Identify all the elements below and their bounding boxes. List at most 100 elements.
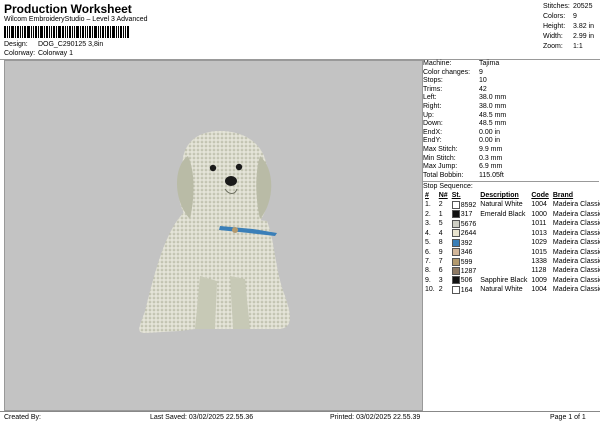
footer: Created By: Last Saved: 03/02/2025 22.55… [0,411,600,425]
stat-label: Width: [543,33,563,40]
property-label: Total Bobbin: [423,171,464,179]
thread-description: Natural White [480,201,523,209]
thread-brand: Madeira Classic 40 [552,201,600,209]
thread-code: 1004 [531,201,547,209]
thread-brand: Madeira Classic 40 [552,276,600,284]
property-value: 0.00 in [479,137,501,145]
color-swatch [451,257,460,266]
table-row: 5. 8 392 1029 Madeira Classic 40 [423,238,600,248]
property-label: Left: [423,94,437,102]
stop-sequence-title: Stop Sequence: [423,183,473,191]
thread-code: 1011 [531,220,547,228]
property-row: Right: 38.0 mm [423,103,599,112]
property-value: 6.9 mm [479,163,503,171]
stitch-count-value: 392 [460,239,473,247]
property-label: Right: [423,102,442,110]
property-label: Max Stitch: [423,145,458,153]
property-label: EndX: [423,128,443,136]
property-row: Left: 38.0 mm [423,94,599,103]
stop-number: 8. [425,267,431,275]
needle-number: 1 [438,210,443,218]
property-row: Min Stitch: 0.3 mm [423,155,599,164]
thread-description: Sapphire Black [480,276,528,284]
thread-code: 1015 [531,248,547,256]
property-value: Tajima [479,60,500,67]
property-value: 38.0 mm [479,94,507,102]
thread-description [478,229,529,238]
stat-value: 3.82 in [573,23,595,30]
column-header: N# [438,192,448,200]
stop-sequence-table: # N# St. Description Code Brand 1. 2 8592 Nat… [423,192,600,295]
stat-row: Stitches: 20525 [543,2,594,12]
color-swatch [451,200,460,209]
printed-date: Printed: 03/02/2025 22.55.39 [330,414,421,421]
property-row: Max Jump: 6.9 mm [423,163,599,172]
colorway-label: Colorway: [4,50,36,57]
thread-description [478,248,529,257]
property-value: 48.5 mm [479,120,507,128]
last-saved: Last Saved: 03/02/2025 22.55.36 [150,414,254,421]
property-value: 42 [479,85,487,93]
needle-number: 2 [438,201,443,209]
thread-brand: Madeira Classic 40 [552,248,600,256]
property-row: EndY: 0.00 in [423,137,599,146]
table-row: 8. 6 1287 1128 Madeira Classic 40 [423,266,600,276]
thread-description [478,239,529,248]
thread-brand: Madeira Classic 40 [552,229,600,237]
table-row: 10. 2 164 Natural White 1004 Madeira Cla… [423,285,600,295]
column-header: Code [531,192,549,200]
table-row: 3. 5 5676 1011 Madeira Classic 40 [423,219,600,229]
stat-label: Height: [543,23,566,30]
stop-number: 5. [425,239,431,247]
table-row: 7. 7 599 1338 Madeira Classic 40 [423,257,600,267]
stitch-count-value: 346 [460,248,473,256]
stop-number: 1. [425,201,431,209]
stitch-count: 2644 [450,229,479,238]
dog-embroidery-image [139,131,290,333]
property-label: Min Stitch: [423,154,456,162]
stitch-count-value: 506 [460,277,473,285]
property-row: Max Stitch: 9.9 mm [423,146,599,155]
stat-value: 2.99 in [573,33,595,40]
stitch-count-value: 317 [460,211,473,219]
barcode [4,26,136,38]
stitch-count: 599 [450,257,479,267]
stitch-count: 506 [450,276,479,285]
property-value: 10 [479,77,487,85]
thread-code: 1338 [531,257,547,265]
needle-number: 5 [438,220,443,228]
thread-code: 1013 [531,229,547,237]
table-row: 6. 9 346 1015 Madeira Classic 40 [423,248,600,257]
color-swatch [451,276,460,285]
thread-brand: Madeira Classic 40 [552,220,600,228]
stitch-count-value: 164 [460,286,473,294]
stat-value: 20525 [573,3,593,10]
stat-label: Zoom: [543,43,563,50]
column-header: Description [480,192,519,200]
column-header: Brand [552,192,574,200]
needle-number: 6 [438,267,443,275]
thread-brand: Madeira Classic 40 [552,267,600,275]
stitch-count-value: 5676 [460,220,477,228]
thread-description [478,258,529,267]
property-row: Stops: 10 [423,77,599,86]
design-stats: Stitches: 20525 Colors: 9 Height: 3.82 in W… [543,2,594,52]
needle-number: 9 [438,248,443,256]
thread-code: 1009 [531,276,547,284]
thread-description: Emerald Black [480,210,526,218]
stitch-count: 5676 [450,219,479,229]
property-label: EndY: [423,137,442,145]
design-preview[interactable] [4,60,423,411]
property-row: Color changes: 9 [423,69,599,78]
design-label: Design: [4,41,28,48]
property-value: 9.9 mm [479,145,503,153]
stop-number: 7. [425,257,431,265]
stat-row: Zoom: 1:1 [543,42,594,52]
needle-number: 3 [438,276,443,284]
property-row: Down: 48.5 mm [423,120,599,129]
needle-number: 8 [438,239,443,247]
colorway-row: Colorway: Colorway 1 [4,50,73,57]
thread-code: 1000 [531,210,547,218]
divider [423,181,599,183]
thread-code: 1128 [531,267,547,275]
